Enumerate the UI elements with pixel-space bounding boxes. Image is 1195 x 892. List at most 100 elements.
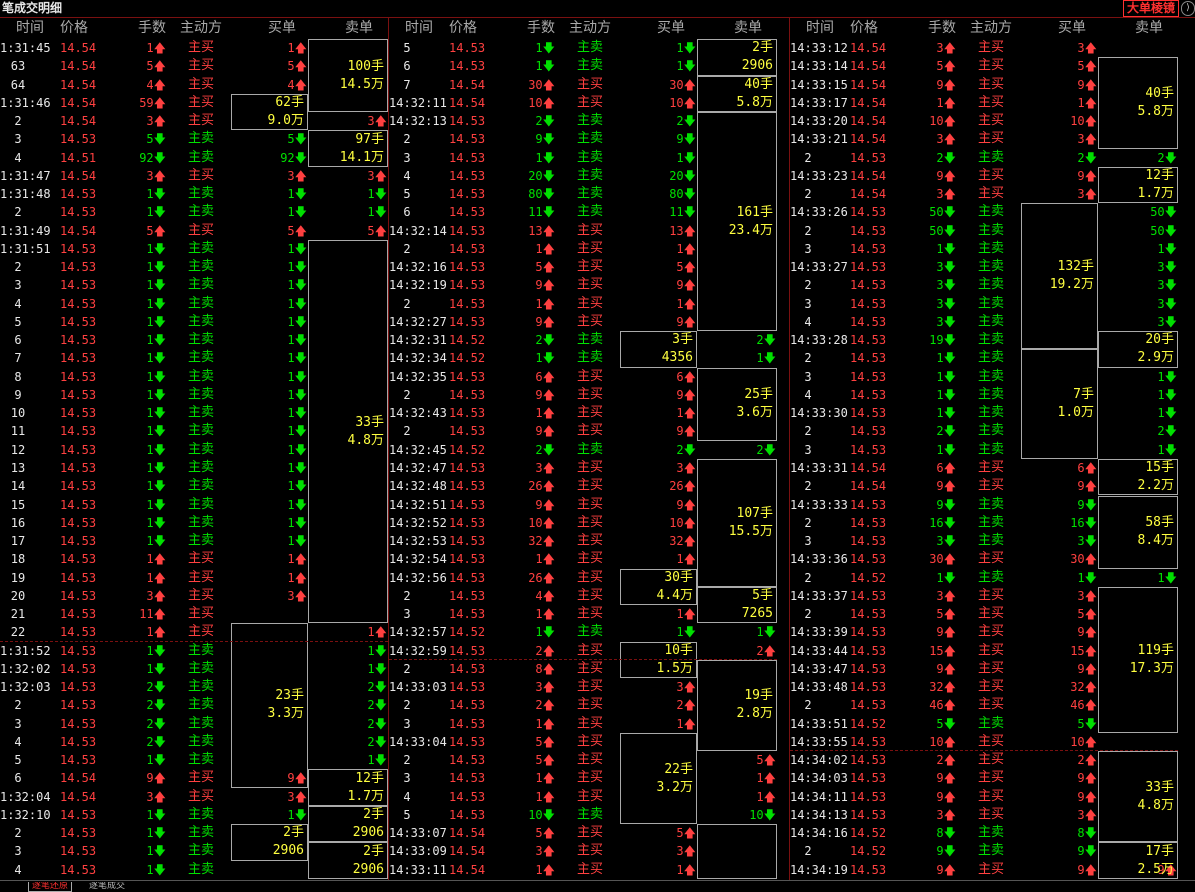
buy-order-qty: 26🡅 [621, 477, 696, 495]
sell-big-order-box[interactable]: 40手 5.8万 [697, 75, 777, 113]
header-time[interactable]: 时间 [16, 18, 44, 38]
sell-big-order-box[interactable]: 5手 7265 [697, 586, 777, 624]
trade-side: 主卖 [188, 204, 215, 220]
header-buy[interactable]: 买单 [657, 18, 685, 38]
buy-order-qty: 3🡅 [232, 587, 307, 605]
trade-qty: 5🡇 [898, 715, 956, 733]
header-time[interactable]: 时间 [806, 18, 834, 38]
buy-order-qty: 1🡇 [232, 806, 307, 824]
trade-side: 主卖 [188, 660, 215, 676]
header-side[interactable]: 主动方 [970, 18, 1012, 38]
trade-side: 主买 [188, 167, 215, 183]
big-order-amount: 2906 [741, 58, 773, 74]
sell-big-order-box[interactable]: 161手 23.4万 [697, 112, 777, 332]
sell-order-qty: 2🡇 [309, 715, 387, 733]
trade-qty: 1🡇 [497, 39, 555, 57]
table-row[interactable]: 14:33:12 14.54 3🡅 主买 [790, 39, 1178, 57]
sell-order-qty-value: 2 [367, 680, 375, 695]
sell-big-order-box[interactable]: 12手 1.7万 [1098, 166, 1178, 204]
scroll-right-icon[interactable]: ⟩ [1181, 1, 1195, 16]
buy-order-qty-value: 1 [676, 406, 684, 421]
arrow-up-icon: 🡅 [542, 826, 555, 841]
arrow-down-icon: 🡇 [374, 187, 387, 202]
trade-qty-value: 9 [936, 661, 944, 676]
buy-order-qty: 1🡅 [621, 404, 696, 422]
buy-order-qty-value: 1 [287, 460, 295, 475]
trade-side: 主买 [188, 569, 215, 585]
sell-big-order-box[interactable]: 2手 2906 [697, 39, 777, 76]
header-buy[interactable]: 买单 [268, 18, 296, 38]
buy-big-order-box[interactable]: 23手 3.3万 [231, 623, 308, 788]
buy-big-order-box[interactable]: 2手 2906 [231, 824, 308, 861]
tab-tick-restore[interactable]: 逐笔还原 [28, 882, 73, 892]
sell-big-order-box[interactable]: 97手 14.1万 [308, 130, 388, 167]
header-price[interactable]: 价格 [60, 18, 88, 38]
header-sell[interactable]: 卖单 [1135, 18, 1163, 38]
buy-big-order-box[interactable]: 7手 1.0万 [1021, 349, 1098, 459]
sell-big-order-box[interactable]: 40手 5.8万 [1098, 57, 1178, 149]
arrow-down-icon: 🡇 [153, 132, 166, 147]
arrow-down-icon: 🡇 [153, 314, 166, 329]
header-qty[interactable]: 手数 [527, 18, 555, 38]
buy-big-order-box[interactable]: 22手 3.2万 [620, 732, 697, 825]
trade-side: 主卖 [978, 204, 1005, 220]
arrow-up-icon: 🡅 [542, 260, 555, 275]
trade-qty-value: 30 [528, 77, 543, 92]
sell-big-order-box[interactable]: 15手 2.2万 [1098, 458, 1178, 496]
header-price[interactable]: 价格 [449, 18, 477, 38]
trade-qty: 9🡅 [898, 788, 956, 806]
sell-order-qty-value: 3 [1157, 314, 1165, 329]
sell-big-order-box[interactable]: 20手 2.9万 [1098, 331, 1178, 368]
arrow-up-icon: 🡅 [542, 607, 555, 622]
buy-order-qty-value: 9 [1077, 661, 1085, 676]
sell-big-order-box[interactable]: 58手 8.4万 [1098, 495, 1178, 569]
trade-price: 14.53 [449, 515, 486, 530]
trade-qty-value: 1 [936, 351, 944, 366]
header-side[interactable]: 主动方 [180, 18, 222, 38]
sell-big-order-box[interactable] [697, 824, 777, 879]
table-row[interactable]: 14:33:55 14.53 10🡅 主买 [790, 733, 1178, 751]
sell-big-order-box[interactable]: 17手 2.5万 [1098, 842, 1178, 879]
trade-qty: 1🡇 [108, 422, 166, 440]
trade-side: 主买 [188, 606, 215, 622]
sell-big-order-box[interactable]: 100手 14.5万 [308, 39, 388, 113]
buy-big-order-box[interactable]: 62手 9.0万 [231, 93, 308, 131]
big-order-prism-button[interactable]: 大单棱镜 [1122, 0, 1179, 17]
sell-big-order-box[interactable]: 107手 15.5万 [697, 458, 777, 587]
trade-qty: 3🡇 [898, 295, 956, 313]
big-order-amount: 5.8万 [1137, 103, 1174, 119]
header-qty[interactable]: 手数 [928, 18, 956, 38]
header-buy[interactable]: 买单 [1058, 18, 1086, 38]
header-qty[interactable]: 手数 [138, 18, 166, 38]
sell-big-order-box[interactable]: 12手 1.7万 [308, 769, 388, 806]
sell-big-order-box[interactable]: 25手 3.6万 [697, 367, 777, 441]
trade-qty-value: 92 [139, 150, 154, 165]
sell-big-order-box[interactable]: 2手 2906 [308, 842, 388, 879]
sell-big-order-box[interactable]: 119手 17.3万 [1098, 586, 1178, 733]
buy-order-qty-value: 9 [676, 132, 684, 147]
arrow-up-icon: 🡅 [1084, 753, 1097, 768]
arrow-up-icon: 🡅 [542, 771, 555, 786]
trade-qty: 9🡅 [898, 167, 956, 185]
header-side[interactable]: 主动方 [569, 18, 611, 38]
buy-big-order-box[interactable]: 10手 1.5万 [620, 641, 697, 679]
buy-order-qty-value: 80 [669, 187, 684, 202]
trade-side: 主卖 [978, 222, 1005, 238]
big-order-lots: 2手 [363, 807, 384, 823]
header-sell[interactable]: 卖单 [345, 18, 373, 38]
trade-qty: 5🡅 [497, 733, 555, 751]
sell-big-order-box[interactable]: 33手 4.8万 [1098, 751, 1178, 843]
buy-big-order-box[interactable]: 30手 4.4万 [620, 568, 697, 606]
buy-big-order-box[interactable]: 3手 4356 [620, 331, 697, 368]
sell-big-order-box[interactable]: 19手 2.8万 [697, 659, 777, 752]
buy-big-order-box[interactable]: 132手 19.2万 [1021, 203, 1098, 350]
trade-qty: 1🡇 [497, 349, 555, 367]
buy-order-qty: 1🡅 [621, 861, 696, 879]
sell-big-order-box[interactable]: 33手 4.8万 [308, 239, 388, 624]
header-price[interactable]: 价格 [850, 18, 878, 38]
big-order-lots: 19手 [744, 688, 773, 704]
header-time[interactable]: 时间 [405, 18, 433, 38]
sell-big-order-box[interactable]: 2手 2906 [308, 805, 388, 843]
header-sell[interactable]: 卖单 [734, 18, 762, 38]
trade-side: 主卖 [978, 332, 1005, 348]
